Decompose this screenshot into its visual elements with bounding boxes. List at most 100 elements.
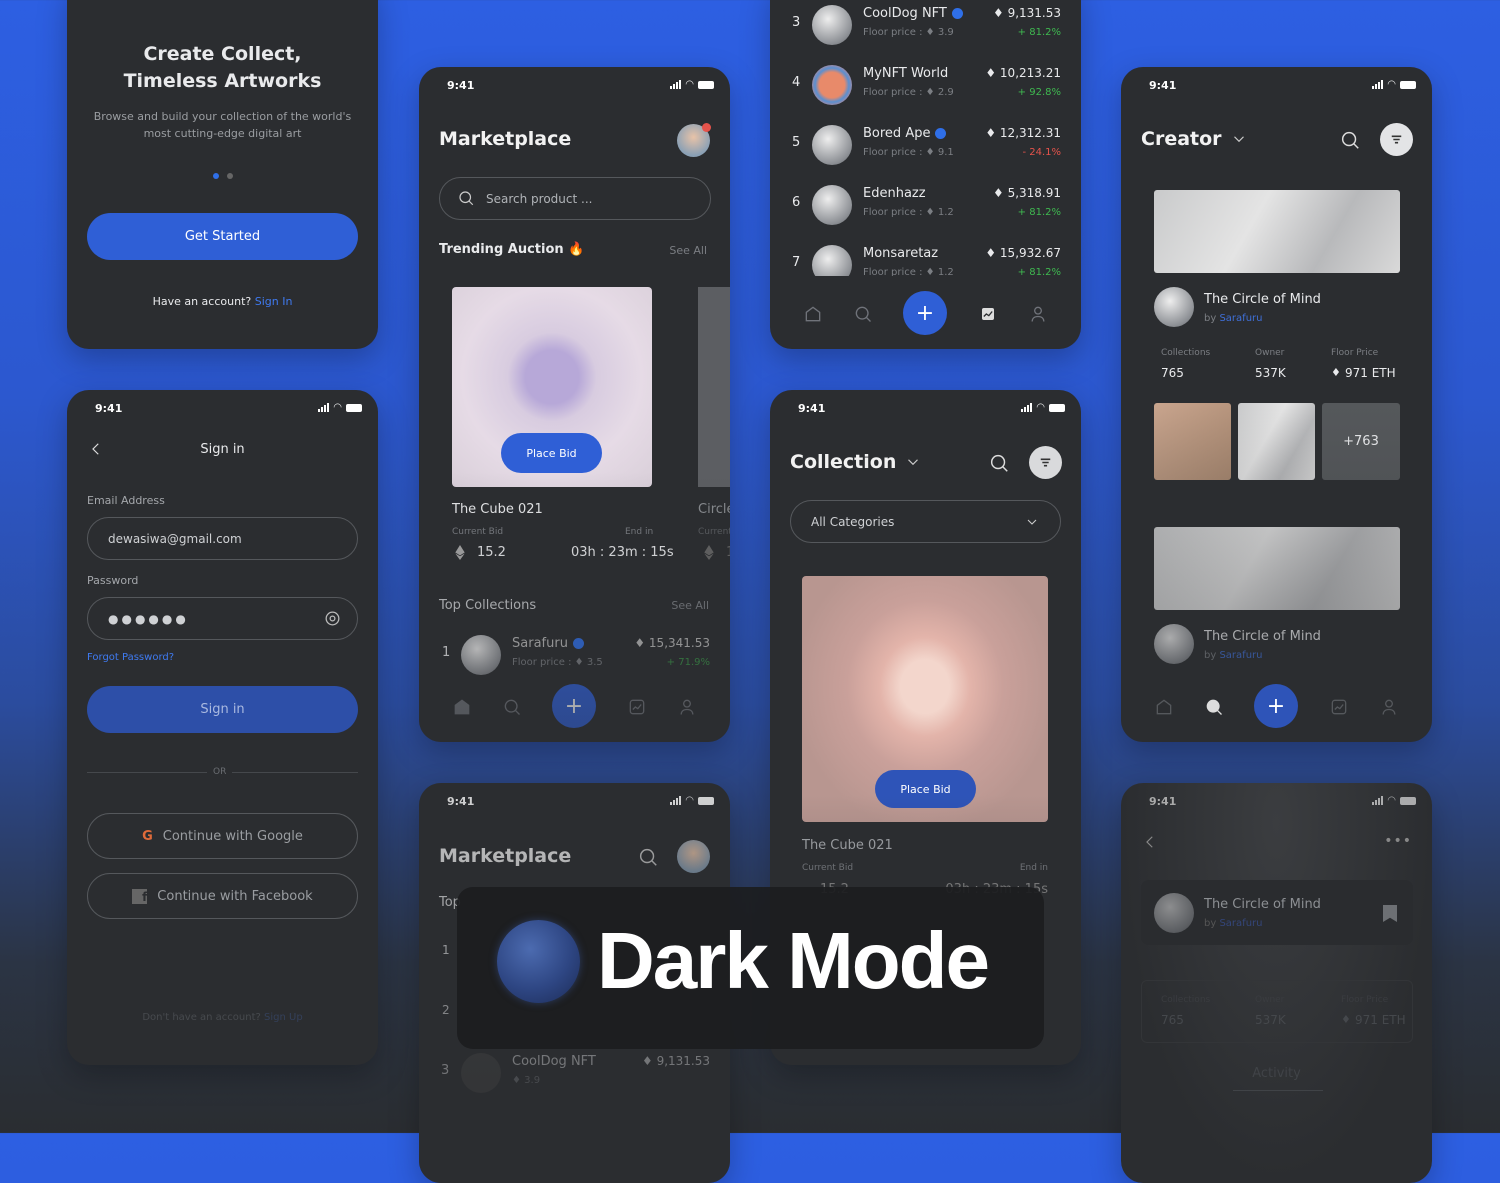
author-link[interactable]: Sarafuru [1219, 313, 1262, 324]
author-link[interactable]: Sarafuru [1219, 650, 1262, 661]
list-item[interactable]: 3 CoolDog NFT Floor price : ♦ 3.9 ♦ 9,13… [770, 3, 1081, 47]
see-all-link[interactable]: See All [671, 599, 709, 612]
status-time: 9:41 [1149, 795, 1177, 808]
add-button[interactable]: + [1254, 684, 1298, 728]
chevron-down-icon[interactable] [1230, 130, 1248, 148]
verified-icon [572, 638, 584, 649]
collection-name: CoolDog NFT [863, 6, 947, 21]
home-icon[interactable] [803, 304, 823, 324]
collection-avatar [812, 65, 852, 105]
page-title: Marketplace [439, 845, 572, 867]
place-bid-button[interactable]: Place Bid [501, 433, 602, 473]
collection-name: Bored Ape [863, 126, 931, 141]
more-icon[interactable]: ••• [1384, 833, 1412, 849]
chart-icon[interactable] [978, 304, 998, 324]
collection-name: Edenhazz [863, 186, 926, 201]
search-icon[interactable] [988, 452, 1010, 474]
author-link[interactable]: Sarafuru [1219, 918, 1262, 929]
list-item[interactable]: 4 MyNFT World Floor price : ♦ 2.9 ♦ 10,2… [770, 63, 1081, 107]
bottom-nav: + [419, 684, 730, 730]
eth-icon [455, 545, 465, 560]
verified-icon [951, 8, 963, 19]
artwork-banner[interactable] [1154, 190, 1400, 273]
collection-name: Sarafuru [512, 636, 568, 651]
chart-icon[interactable] [627, 697, 647, 717]
profile-icon[interactable] [1028, 304, 1048, 324]
tab-activity[interactable]: Activity [1121, 1066, 1432, 1081]
rank: 3 [441, 1063, 450, 1078]
category-dropdown[interactable]: All Categories [790, 500, 1061, 543]
eth-icon [704, 545, 714, 560]
profile-icon[interactable] [1379, 697, 1399, 717]
status-icons: ◠ [1372, 795, 1416, 806]
search-icon [457, 189, 475, 207]
eye-icon[interactable] [323, 609, 342, 628]
forgot-password-link[interactable]: Forgot Password? [87, 652, 174, 663]
rank: 1 [442, 943, 450, 957]
price: 9,131.53 [1007, 6, 1061, 20]
list-item[interactable]: 5 Bored Ape Floor price : ♦ 9.1 ♦ 12,312… [770, 123, 1081, 167]
place-bid-button[interactable]: Place Bid [875, 770, 976, 808]
floor-label: Floor price : [863, 87, 923, 98]
floor-value: 2.9 [937, 87, 954, 98]
next-card-image[interactable] [698, 287, 730, 487]
by-label: by [1204, 918, 1217, 929]
card2-title: Circle [698, 502, 730, 517]
add-button[interactable]: + [903, 291, 947, 335]
current-bid: 15.2 [477, 545, 506, 560]
search-icon[interactable] [1204, 697, 1224, 717]
stat-label: Owner [1255, 348, 1285, 358]
bid-label: Current Bid [802, 863, 854, 873]
back-icon[interactable] [1141, 833, 1159, 851]
price: 9,131.53 [656, 1054, 710, 1068]
home-icon[interactable] [1154, 697, 1174, 717]
email-field[interactable]: dewasiwa@gmail.com [87, 517, 358, 560]
thumbnail[interactable] [1238, 403, 1315, 480]
stat-label: Owner [1255, 995, 1285, 1005]
list-item[interactable]: 6 Edenhazz Floor price : ♦ 1.2 ♦ 5,318.9… [770, 183, 1081, 227]
sign-in-link[interactable]: Sign In [255, 295, 293, 308]
page-title[interactable]: Creator [1141, 128, 1222, 150]
search-icon[interactable] [1339, 129, 1361, 151]
search-icon[interactable] [502, 697, 522, 717]
sign-in-button[interactable]: Sign in [87, 686, 358, 733]
google-button[interactable]: G Continue with Google [87, 813, 358, 859]
bookmark-icon[interactable] [1383, 905, 1397, 922]
artwork-banner[interactable] [1154, 527, 1400, 610]
filter-button[interactable] [1380, 123, 1413, 156]
creator-avatar [1154, 624, 1194, 664]
add-button[interactable]: + [552, 684, 596, 728]
sign-up-link[interactable]: Sign Up [264, 1012, 303, 1023]
search-icon[interactable] [853, 304, 873, 324]
collection-avatar [812, 125, 852, 165]
collection-avatar [461, 635, 501, 675]
page-title[interactable]: Collection [790, 451, 896, 473]
profile-icon[interactable] [677, 697, 697, 717]
home-icon[interactable] [452, 697, 472, 717]
search-input[interactable]: Search product ... [439, 177, 711, 220]
search-icon[interactable] [637, 846, 659, 868]
avatar[interactable] [677, 840, 710, 873]
have-account-text: Have an account? [152, 295, 252, 308]
facebook-button[interactable]: f Continue with Facebook [87, 873, 358, 919]
password-field[interactable]: ●●●●●● [87, 597, 358, 640]
get-started-button[interactable]: Get Started [87, 213, 358, 260]
list-item[interactable]: 7 Monsaretaz Floor price : ♦ 1.2 ♦ 15,93… [770, 243, 1081, 276]
list-item[interactable]: 1 Sarafuru Floor price : ♦ 3.5 ♦ 15,341.… [419, 633, 730, 677]
welcome-title-line2: Timeless Artworks [123, 70, 322, 92]
thumbnail[interactable] [1154, 403, 1231, 480]
chevron-down-icon[interactable] [904, 453, 922, 471]
facebook-icon: f [132, 888, 148, 904]
filter-button[interactable] [1029, 446, 1062, 479]
search-placeholder: Search product ... [486, 191, 593, 206]
password-label: Password [87, 574, 139, 587]
list-item[interactable]: 3 CoolDog NFT ♦ 3.9 ♦ 9,131.53 [419, 1051, 730, 1095]
collection-avatar [812, 5, 852, 45]
eth-icon: ♦ [1331, 366, 1341, 379]
see-all-link[interactable]: See All [669, 244, 707, 257]
chart-icon[interactable] [1329, 697, 1349, 717]
stat-label: Collections [1161, 348, 1211, 358]
status-time: 9:41 [798, 402, 826, 415]
more-thumbnails[interactable]: +763 [1322, 403, 1400, 480]
status-icons: ◠ [670, 79, 714, 90]
